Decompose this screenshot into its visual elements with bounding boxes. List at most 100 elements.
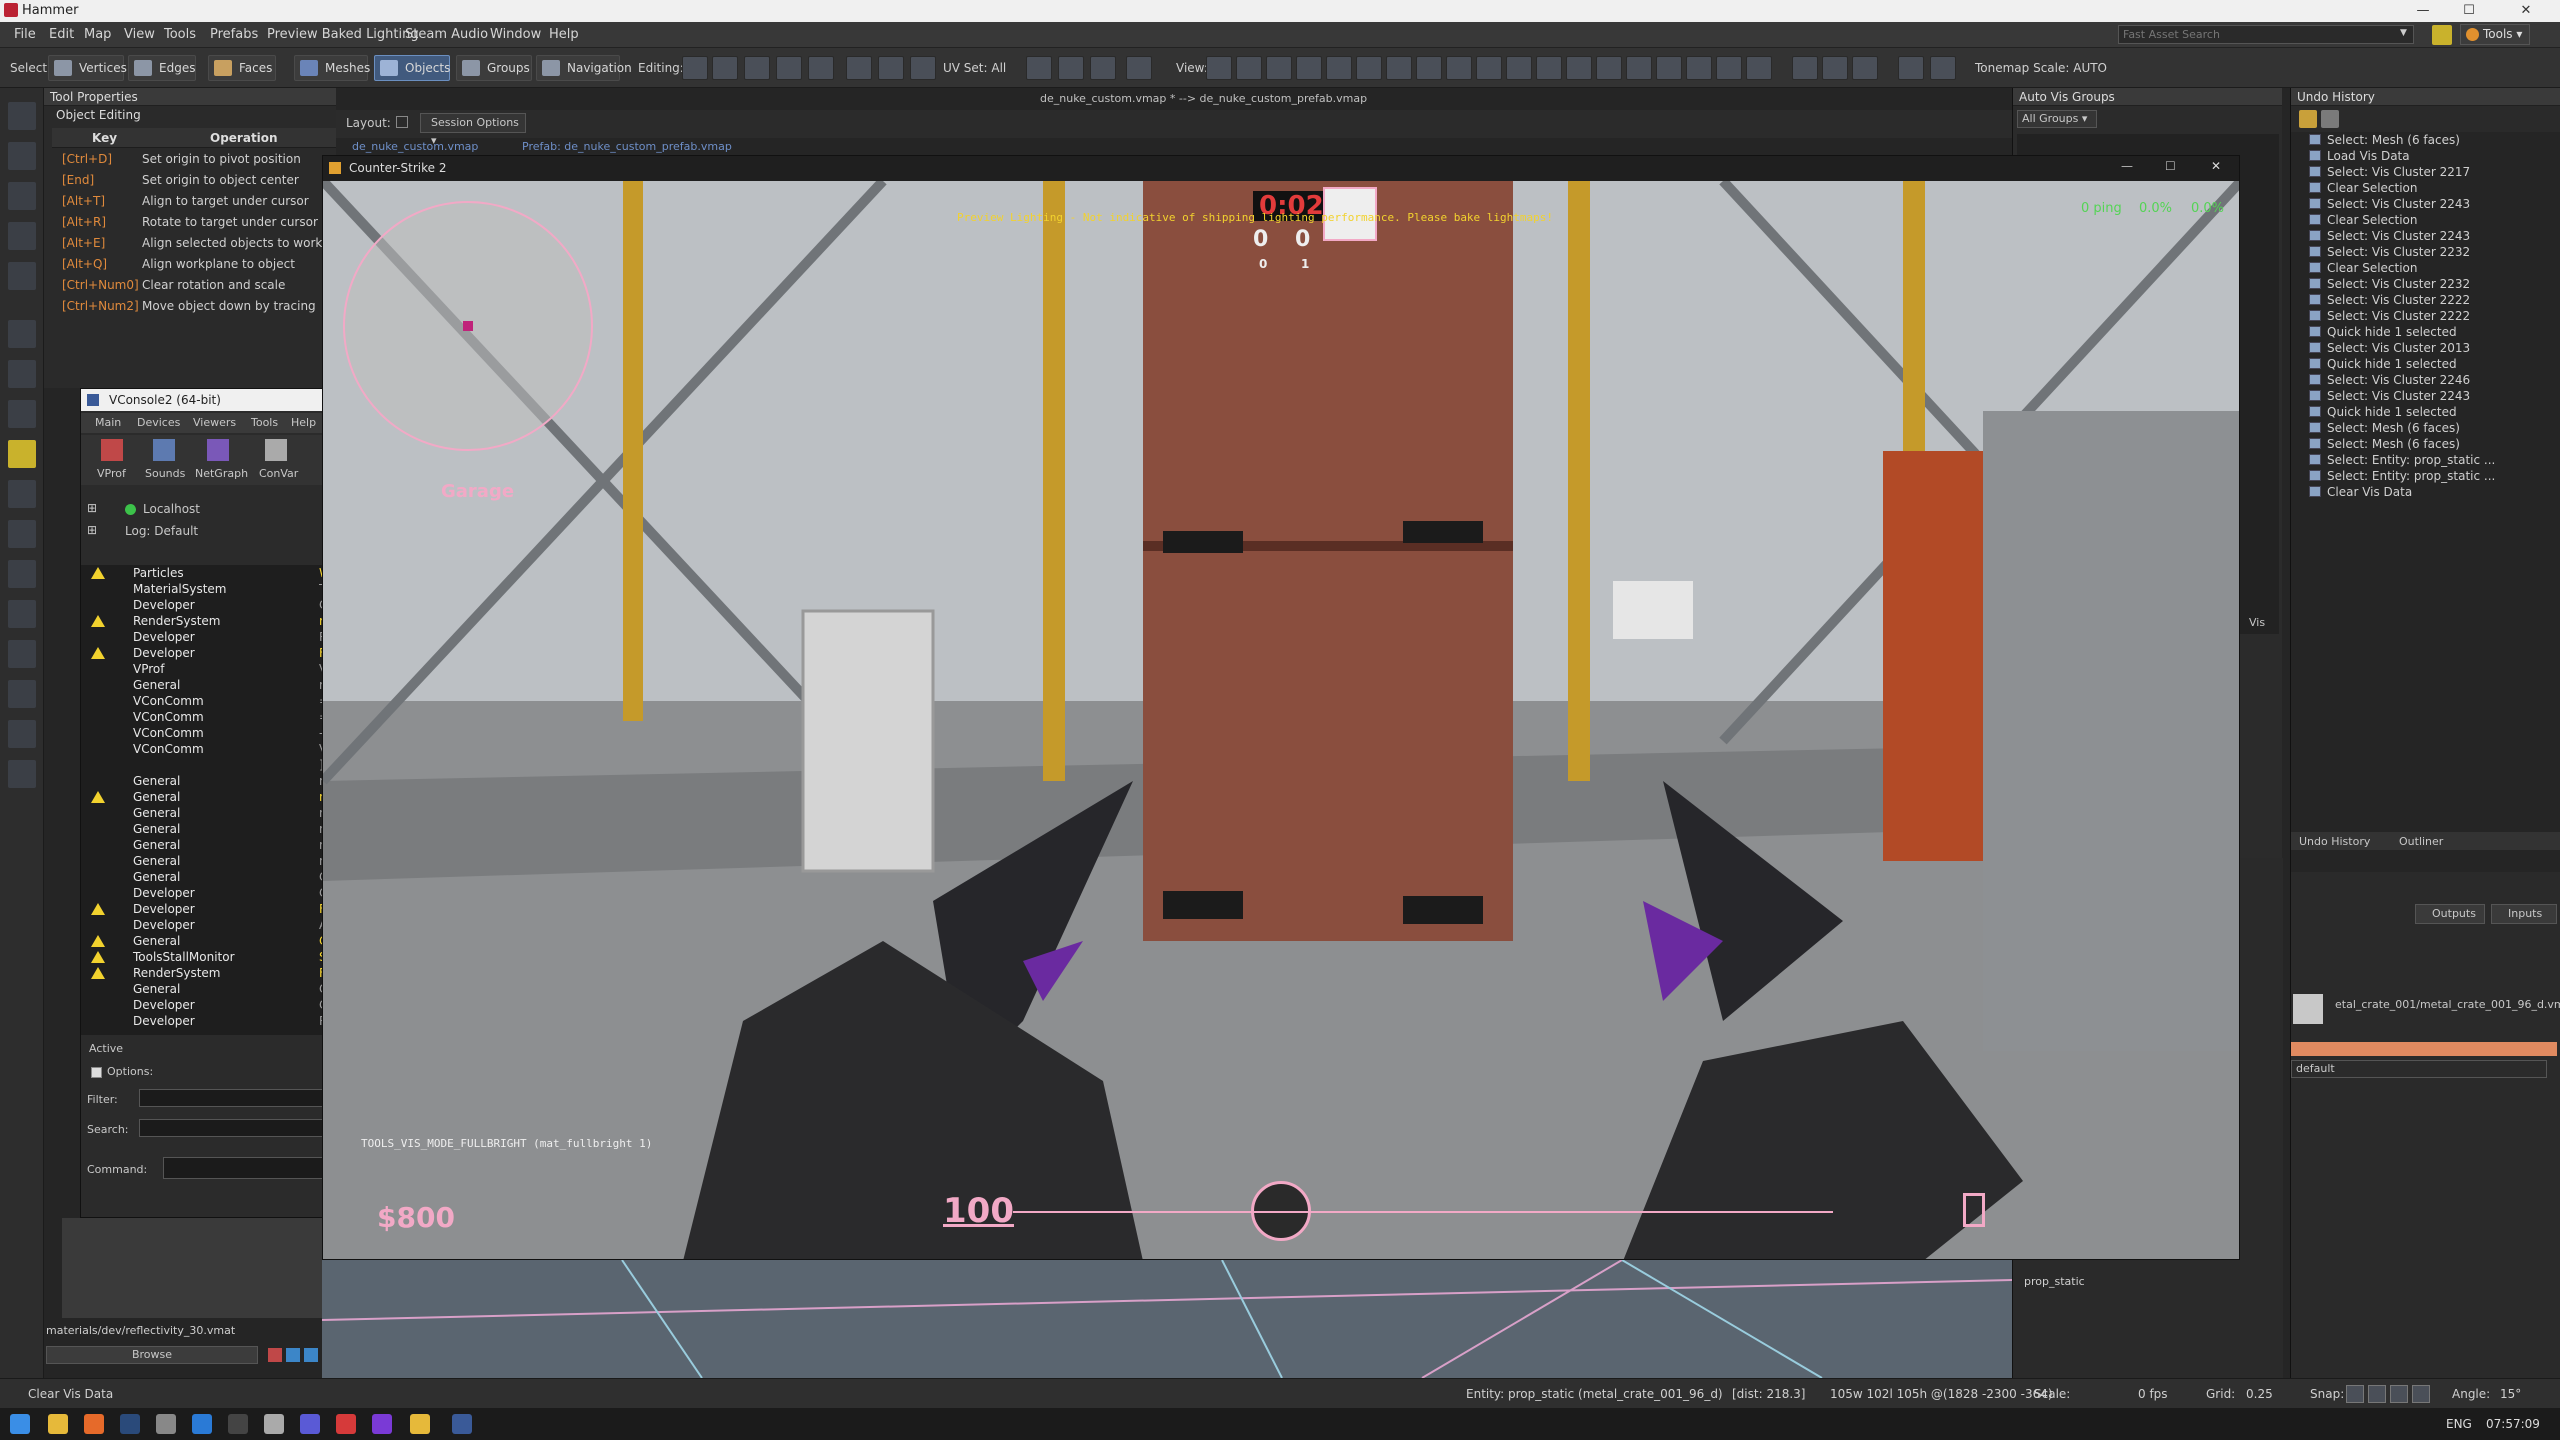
grid-tool-icon[interactable] — [8, 560, 36, 588]
angle-dropdown[interactable]: 15° — [2500, 1387, 2521, 1401]
undo-history-item[interactable]: Quick hide 1 selected — [2291, 356, 2560, 372]
log-channel-row[interactable]: Generalno — [81, 677, 337, 693]
view-tool-14-icon[interactable] — [1596, 56, 1622, 80]
snap-toggle-2-icon[interactable] — [2368, 1385, 2386, 1403]
edit-tool-7-icon[interactable] — [878, 56, 904, 80]
light-tool-icon[interactable] — [8, 320, 36, 348]
undo-history-item[interactable]: Select: Vis Cluster 2217 — [2291, 164, 2560, 180]
steam-icon[interactable] — [120, 1414, 140, 1434]
undo-history-item[interactable]: Select: Vis Cluster 2232 — [2291, 244, 2560, 260]
convar-label[interactable]: ConVar — [259, 467, 298, 480]
view-tool-20-icon[interactable] — [1792, 56, 1818, 80]
material-tool-2-icon[interactable] — [286, 1348, 300, 1362]
view-tool-17-icon[interactable] — [1686, 56, 1712, 80]
undo-history-item[interactable]: Select: Vis Cluster 2232 — [2291, 276, 2560, 292]
log-channel-row[interactable]: DeveloperCC — [81, 885, 337, 901]
vconsole-menu-tools[interactable]: Tools — [251, 416, 278, 429]
tool-c-icon[interactable] — [1090, 56, 1116, 80]
log-channel-row[interactable]: ] — [81, 757, 337, 773]
select-meshes-button[interactable]: Meshes — [294, 55, 370, 81]
log-channel-row[interactable]: DeveloperRe — [81, 629, 337, 645]
select-faces-button[interactable]: Faces — [208, 55, 276, 81]
texture-tool-icon[interactable] — [8, 520, 36, 548]
view-tool-13-icon[interactable] — [1566, 56, 1592, 80]
log-channel-row[interactable]: Generalno — [81, 821, 337, 837]
log-channel-row[interactable]: DeveloperRe — [81, 1013, 337, 1029]
expand-icon[interactable]: ⊞ — [87, 501, 97, 515]
rotate-tool-icon[interactable] — [8, 182, 36, 210]
menu-steam-audio[interactable]: Steam Audio — [405, 27, 488, 42]
undo-history-item[interactable]: Select: Mesh (6 faces) — [2291, 132, 2560, 148]
netgraph-icon[interactable] — [207, 439, 229, 461]
polygon-tool-icon[interactable] — [8, 440, 36, 468]
log-channel-row[interactable]: DeveloperFa — [81, 901, 337, 917]
log-channel-row[interactable]: Generalno — [81, 789, 337, 805]
log-channel-row[interactable]: GeneralCh — [81, 869, 337, 885]
view-tool-7-icon[interactable] — [1386, 56, 1412, 80]
move-tool-icon[interactable] — [8, 142, 36, 170]
material-tool-3-icon[interactable] — [304, 1348, 318, 1362]
inputs-button[interactable]: Inputs — [2491, 904, 2557, 924]
undo-history-item[interactable]: Select: Vis Cluster 2246 — [2291, 372, 2560, 388]
select-groups-button[interactable]: Groups — [456, 55, 532, 81]
all-groups-dropdown[interactable]: All Groups ▾ — [2017, 110, 2097, 128]
app-icon-1[interactable] — [156, 1414, 176, 1434]
material-tool-1-icon[interactable] — [268, 1348, 282, 1362]
log-tab-row[interactable]: ⊞ Log: Default — [81, 523, 337, 541]
minimize-icon[interactable]: — — [2400, 0, 2446, 22]
view-tool-1-icon[interactable] — [1206, 56, 1232, 80]
filter-input[interactable] — [139, 1089, 337, 1107]
tool-d-icon[interactable] — [1126, 56, 1152, 80]
game-close-icon[interactable]: ✕ — [2211, 159, 2221, 173]
undo-history-item[interactable]: Clear Selection — [2291, 212, 2560, 228]
view-tool-18-icon[interactable] — [1716, 56, 1742, 80]
vconsole-taskbar-icon[interactable] — [452, 1414, 472, 1434]
log-channel-row[interactable]: DeveloperFa — [81, 645, 337, 661]
log-channel-row[interactable]: ToolsStallMonitorSt — [81, 949, 337, 965]
search-input[interactable] — [139, 1119, 337, 1137]
select-navigation-button[interactable]: Navigation — [536, 55, 632, 81]
undo-history-item[interactable]: Quick hide 1 selected — [2291, 404, 2560, 420]
undo-history-item[interactable]: Select: Vis Cluster 2243 — [2291, 196, 2560, 212]
log-channel-row[interactable]: VProfVF — [81, 661, 337, 677]
game-maximize-icon[interactable]: ☐ — [2165, 159, 2176, 173]
log-channel-row[interactable]: RenderSystemFr — [81, 965, 337, 981]
vscode-icon[interactable] — [192, 1414, 212, 1434]
view-tool-9-icon[interactable] — [1446, 56, 1472, 80]
menu-file[interactable]: File — [14, 27, 36, 42]
tray-language[interactable]: ENG — [2446, 1417, 2472, 1431]
vconsole-menu-help[interactable]: Help — [291, 416, 316, 429]
view-tool-2-icon[interactable] — [1236, 56, 1262, 80]
app-icon-3[interactable] — [300, 1414, 320, 1434]
tools-menu-button[interactable]: Tools ▾ — [2460, 24, 2530, 45]
view-tool-24-icon[interactable] — [1930, 56, 1956, 80]
tray-clock[interactable]: 07:57:09 — [2486, 1417, 2540, 1431]
vconsole-menu-devices[interactable]: Devices — [137, 416, 180, 429]
menu-edit[interactable]: Edit — [49, 27, 74, 42]
log-channel-row[interactable]: GeneralCC — [81, 933, 337, 949]
vconsole-menu-viewers[interactable]: Viewers — [193, 416, 236, 429]
undo-history-item[interactable]: Clear Selection — [2291, 180, 2560, 196]
view-tool-12-icon[interactable] — [1536, 56, 1562, 80]
log-channel-row[interactable]: VConCommVC — [81, 741, 337, 757]
view-tool-21-icon[interactable] — [1822, 56, 1848, 80]
undo-history-item[interactable]: Load Vis Data — [2291, 148, 2560, 164]
pivot-tool-icon[interactable] — [8, 262, 36, 290]
vprof-label[interactable]: VProf — [97, 467, 126, 480]
menu-preview-baked-lighting[interactable]: Preview Baked Lighting — [267, 27, 419, 42]
select-objects-button[interactable]: Objects — [374, 55, 450, 81]
undo-history-item[interactable]: Select: Vis Cluster 2013 — [2291, 340, 2560, 356]
decal-tool-icon[interactable] — [8, 640, 36, 668]
terminal-icon[interactable] — [228, 1414, 248, 1434]
menu-view[interactable]: View — [124, 27, 155, 42]
undo-history-item[interactable]: Select: Mesh (6 faces) — [2291, 420, 2560, 436]
log-channel-row[interactable]: ParticlesWA — [81, 565, 337, 581]
app-icon-2[interactable] — [264, 1414, 284, 1434]
view-tool-15-icon[interactable] — [1626, 56, 1652, 80]
vprof-icon[interactable] — [101, 439, 123, 461]
snap-toggle-4-icon[interactable] — [2412, 1385, 2430, 1403]
tonemap-scale-dropdown[interactable]: Tonemap Scale: AUTO — [1975, 61, 2107, 75]
swap-icon[interactable] — [2432, 25, 2452, 45]
view-tool-11-icon[interactable] — [1506, 56, 1532, 80]
select-edges-button[interactable]: Edges — [128, 55, 196, 81]
